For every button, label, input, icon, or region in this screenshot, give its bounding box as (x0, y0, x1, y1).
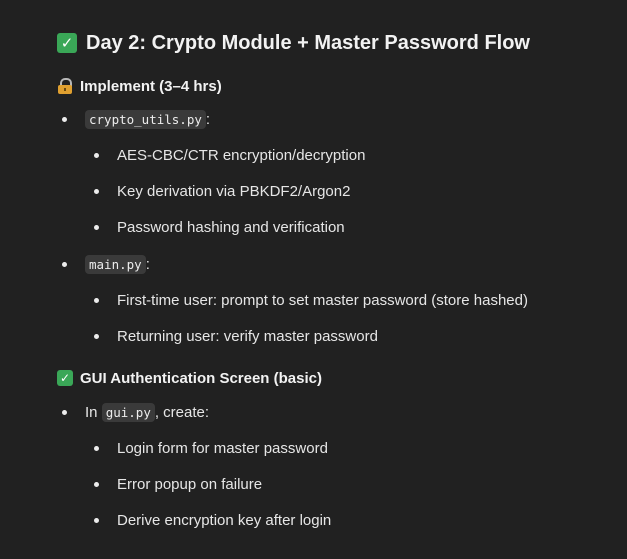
list-item-main: main.py : (85, 254, 150, 274)
check-mark-icon: ✓ (57, 33, 77, 53)
list-item-suffix: : (145, 255, 150, 273)
list-item-suffix: : (205, 110, 211, 128)
list-bullet (94, 189, 99, 194)
list-item: Key derivation via PBKDF2/Argon2 (117, 182, 351, 200)
list-item-gui: In gui.py , create: (85, 402, 209, 422)
list-bullet (94, 225, 99, 230)
list-bullet (94, 482, 99, 487)
code-gui: gui.py (101, 402, 155, 422)
list-item-crypto-utils: crypto_utils.py : (85, 109, 210, 129)
code-crypto-utils: crypto_utils.py (85, 109, 206, 129)
list-bullet (94, 153, 99, 158)
list-item: Derive encryption key after login (117, 511, 332, 529)
check-mark-icon: ✓ (57, 370, 73, 386)
list-item: AES-CBC/CTR encryption/decryption (117, 146, 366, 164)
list-item-prefix: In (85, 403, 102, 421)
list-bullet (94, 334, 99, 339)
gui-heading-text: GUI Authentication Screen (basic) (80, 369, 322, 387)
list-bullet (62, 262, 67, 267)
section-heading: ✓ Day 2: Crypto Module + Master Password… (57, 31, 530, 55)
code-main: main.py (85, 254, 146, 274)
section-heading-text: Day 2: Crypto Module + Master Password F… (86, 31, 530, 54)
list-bullet (62, 410, 67, 415)
implement-heading-text: Implement (3–4 hrs) (80, 77, 222, 95)
list-bullet (62, 117, 67, 122)
lock-icon (57, 78, 73, 94)
list-item: First-time user: prompt to set master pa… (117, 291, 528, 309)
list-item-suffix: , create: (154, 403, 210, 421)
list-bullet (94, 298, 99, 303)
list-bullet (94, 446, 99, 451)
list-bullet (94, 518, 99, 523)
list-item: Returning user: verify master password (117, 327, 378, 345)
list-item: Error popup on failure (117, 475, 263, 493)
list-item: Login form for master password (117, 439, 328, 457)
gui-heading: ✓ GUI Authentication Screen (basic) (57, 368, 322, 388)
list-item: Password hashing and verification (117, 218, 345, 236)
implement-heading: Implement (3–4 hrs) (57, 76, 222, 96)
